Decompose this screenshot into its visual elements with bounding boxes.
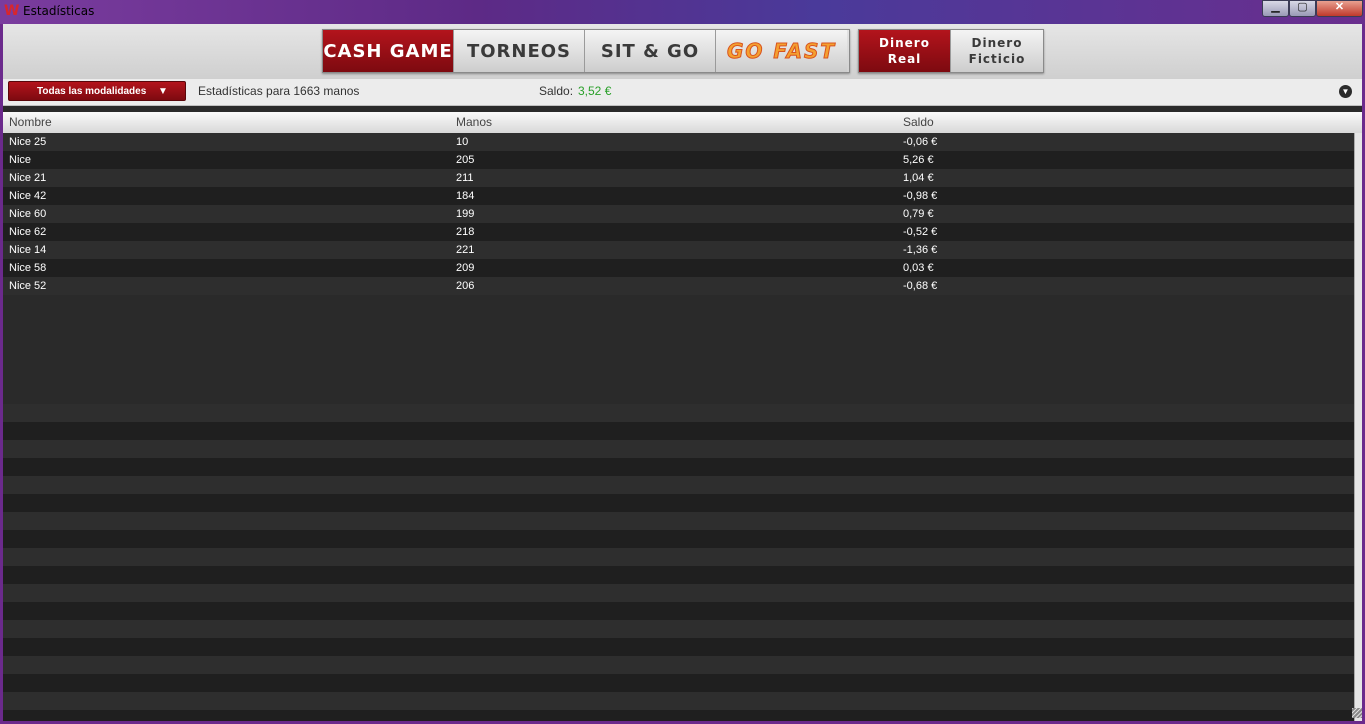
cell-nombre: Nice 42 bbox=[9, 190, 47, 202]
cell-saldo: -1,36 € bbox=[903, 244, 938, 256]
mode-dropdown-label: Todas las modalidades bbox=[37, 86, 147, 97]
window-title: Estadísticas bbox=[23, 4, 95, 18]
tab-cash-game[interactable]: CASH GAME bbox=[323, 30, 454, 72]
cell-nombre: Nice 52 bbox=[9, 280, 47, 292]
table-row[interactable]: Nice 14 221 -1,36 € bbox=[3, 241, 1354, 259]
top-navigation: CASH GAME TORNEOS SIT & GO GO FAST Diner… bbox=[3, 24, 1362, 79]
cell-nombre: Nice 58 bbox=[9, 262, 47, 274]
tab-go-fast[interactable]: GO FAST bbox=[716, 30, 847, 72]
cell-manos: 221 bbox=[456, 244, 475, 256]
empty-rows-area bbox=[3, 404, 1354, 721]
cell-manos: 184 bbox=[456, 190, 475, 202]
cell-nombre: Nice 14 bbox=[9, 244, 47, 256]
stats-window: CASH GAME TORNEOS SIT & GO GO FAST Diner… bbox=[3, 24, 1362, 721]
tab-label-line2: Real bbox=[887, 52, 922, 66]
cell-saldo: -0,98 € bbox=[903, 190, 938, 202]
cell-saldo: -0,52 € bbox=[903, 226, 938, 238]
column-header-nombre[interactable]: Nombre bbox=[9, 115, 52, 129]
go-fast-logo: GO FAST bbox=[727, 39, 836, 64]
tab-label: CASH GAME bbox=[323, 40, 453, 62]
column-header-saldo[interactable]: Saldo bbox=[903, 115, 934, 129]
tab-label-line2: Ficticio bbox=[968, 52, 1026, 66]
app-logo-icon: W bbox=[4, 3, 20, 19]
cell-saldo: 1,04 € bbox=[903, 172, 934, 184]
title-bar: W Estadísticas ▁ ▢ ✕ bbox=[0, 0, 1365, 24]
cell-manos: 211 bbox=[456, 172, 474, 184]
filter-bar: Todas las modalidades ▼ Estadísticas par… bbox=[3, 79, 1362, 106]
tab-dinero-real[interactable]: Dinero Real bbox=[859, 30, 951, 72]
table-row[interactable]: Nice 52 206 -0,68 € bbox=[3, 277, 1354, 295]
cell-manos: 10 bbox=[456, 136, 469, 148]
close-icon: ✕ bbox=[1334, 1, 1345, 13]
chevron-down-icon: ▼ bbox=[158, 86, 168, 97]
table-row[interactable]: Nice 21 211 1,04 € bbox=[3, 169, 1354, 187]
mode-dropdown[interactable]: Todas las modalidades ▼ bbox=[8, 81, 186, 101]
table-row[interactable]: Nice 25 10 -0,06 € bbox=[3, 133, 1354, 151]
table-header: Nombre Manos Saldo bbox=[3, 112, 1362, 134]
cell-saldo: 5,26 € bbox=[903, 154, 934, 166]
cell-nombre: Nice bbox=[9, 154, 32, 166]
column-header-manos[interactable]: Manos bbox=[456, 115, 492, 129]
table-row[interactable]: Nice 42 184 -0,98 € bbox=[3, 187, 1354, 205]
cell-saldo: 0,79 € bbox=[903, 208, 934, 220]
resize-grip-icon[interactable] bbox=[1352, 708, 1362, 718]
tab-label-line1: Dinero bbox=[879, 36, 930, 50]
cell-manos: 199 bbox=[456, 208, 475, 220]
saldo-label: Saldo: bbox=[539, 84, 574, 98]
cell-nombre: Nice 62 bbox=[9, 226, 47, 238]
table-row[interactable]: Nice 205 5,26 € bbox=[3, 151, 1354, 169]
money-type-tabs: Dinero Real Dinero Ficticio bbox=[858, 29, 1044, 73]
tab-dinero-ficticio[interactable]: Dinero Ficticio bbox=[951, 30, 1043, 72]
close-button[interactable]: ✕ bbox=[1316, 0, 1363, 17]
cell-manos: 209 bbox=[456, 262, 475, 274]
cell-manos: 205 bbox=[456, 154, 475, 166]
table-row[interactable]: Nice 62 218 -0,52 € bbox=[3, 223, 1354, 241]
table-row[interactable]: Nice 60 199 0,79 € bbox=[3, 205, 1354, 223]
cell-nombre: Nice 21 bbox=[9, 172, 47, 184]
cell-saldo: 0,03 € bbox=[903, 262, 934, 274]
cell-saldo: -0,06 € bbox=[903, 136, 938, 148]
tab-torneos[interactable]: TORNEOS bbox=[454, 30, 585, 72]
tab-label-line1: Dinero bbox=[971, 36, 1023, 50]
table-body: Nice 25 10 -0,06 € Nice 205 5,26 € Nice … bbox=[3, 133, 1354, 721]
tab-label: TORNEOS bbox=[466, 40, 572, 62]
minimize-button[interactable]: ▁ bbox=[1262, 0, 1289, 17]
collapse-toggle-button[interactable]: ▼ bbox=[1339, 85, 1352, 98]
cell-saldo: -0,68 € bbox=[903, 280, 938, 292]
tab-label: SIT & GO bbox=[600, 40, 700, 62]
cell-nombre: Nice 60 bbox=[9, 208, 47, 220]
stats-summary: Estadísticas para 1663 manos bbox=[198, 84, 360, 98]
cell-manos: 218 bbox=[456, 226, 475, 238]
vertical-scrollbar[interactable] bbox=[1354, 133, 1362, 721]
cell-manos: 206 bbox=[456, 280, 475, 292]
table-row[interactable]: Nice 58 209 0,03 € bbox=[3, 259, 1354, 277]
minimize-icon: ▁ bbox=[1271, 1, 1280, 13]
collapse-chevron-icon: ▼ bbox=[1341, 87, 1350, 96]
maximize-icon: ▢ bbox=[1297, 1, 1308, 13]
maximize-button[interactable]: ▢ bbox=[1289, 0, 1316, 17]
cell-nombre: Nice 25 bbox=[9, 136, 47, 148]
tab-sit-and-go[interactable]: SIT & GO bbox=[585, 30, 716, 72]
game-type-tabs: CASH GAME TORNEOS SIT & GO GO FAST bbox=[322, 29, 850, 73]
saldo-value: 3,52 € bbox=[578, 84, 612, 98]
